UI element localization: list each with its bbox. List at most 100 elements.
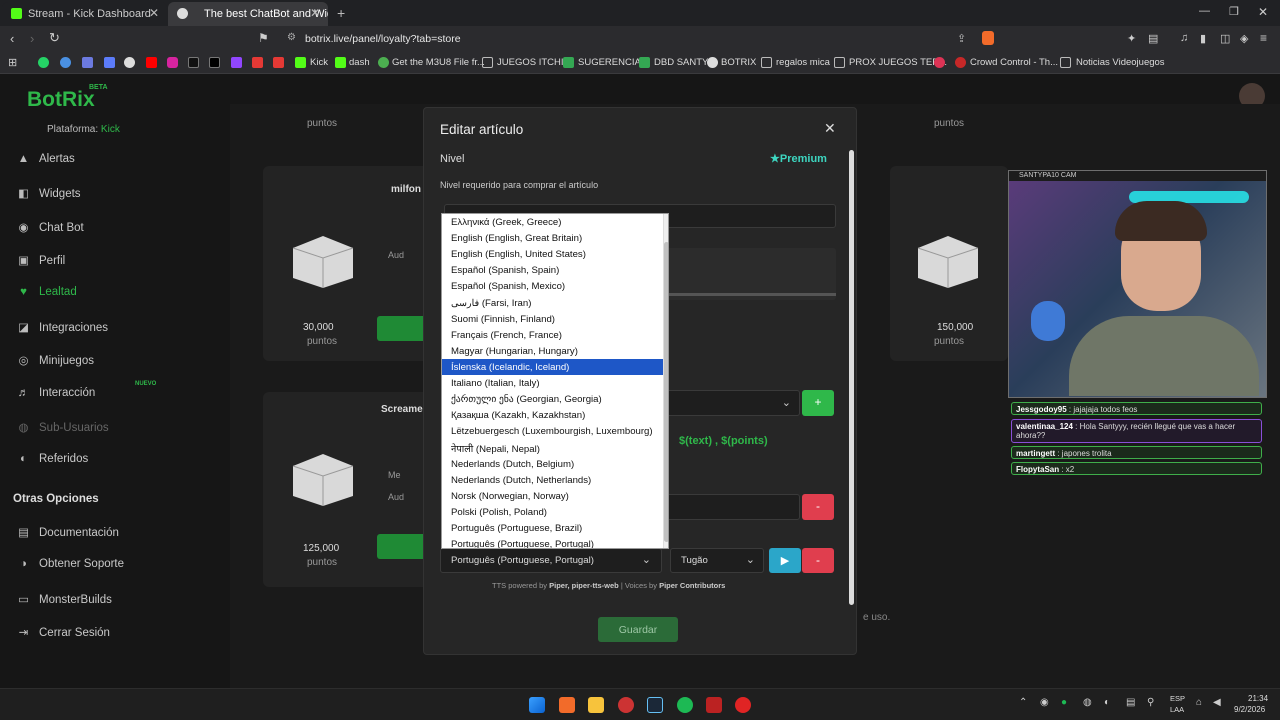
sidebar-item-perfil[interactable]: ▣ Perfil [17,253,65,267]
tts-credit-piper[interactable]: Piper, piper-tts-web [549,581,619,590]
sidebar-item-alertas[interactable]: ▲ Alertas [17,153,75,165]
bookmark-noticias[interactable]: Noticias Videojuegos [1076,57,1165,68]
language-option[interactable]: Español (Spanish, Mexico) [442,278,663,294]
keyboard-region[interactable]: LAA [1170,705,1184,714]
tts-credit-contributors[interactable]: Piper Contributors [659,581,725,590]
language-option[interactable]: Français (French, France) [442,327,663,343]
tray-icon[interactable]: ◍ [1083,697,1092,708]
language-option[interactable]: Magyar (Hungarian, Hungary) [442,343,663,359]
tab-search-icon[interactable]: ▤ [1148,32,1158,45]
language-option[interactable]: فارسی (Farsi, Iran) [442,295,663,311]
language-option[interactable]: Português (Portuguese, Portugal) [442,536,663,548]
bookmark-dbd-santy[interactable]: DBD SANTY [654,57,708,68]
sidebar-item-lealtad[interactable]: ♥ Lealtad [17,286,77,298]
bookmark-icon[interactable]: ⚑ [258,31,269,45]
language-option[interactable]: Polski (Polish, Poland) [442,504,663,520]
language-select[interactable]: Português (Portuguese, Portugal) ⌄ [440,548,662,573]
network-icon[interactable]: ⌂ [1196,697,1202,708]
tiktok-icon[interactable] [188,57,199,68]
site-info-icon[interactable]: ⚙ [287,32,296,43]
sidebar-item-chat-bot[interactable]: ◉ Chat Bot [17,220,83,234]
chevron-up-icon[interactable]: ⌃ [1019,697,1027,708]
voice-select[interactable]: Tugão ⌄ [670,548,764,573]
store-item-card[interactable]: 150,000 puntos [890,166,1008,361]
wallet-icon[interactable]: ◫ [1220,32,1230,45]
dropdown-scrollbar-thumb[interactable] [664,242,668,542]
bookmark-prox-juegos[interactable]: PROX JUEGOS TER... [849,57,947,68]
sidebar-item-documentacion[interactable]: ▤ Documentación [17,525,119,539]
tab-kick-dashboard[interactable]: Stream - Kick Dashboard ✕ [2,2,167,26]
sidebar-item-cerrar-sesion[interactable]: ⇥ Cerrar Sesión [17,625,110,639]
apps-icon[interactable]: ⊞ [8,56,17,69]
language-option[interactable]: Қазақша (Kazakh, Kazakhstan) [442,407,663,423]
volume-icon[interactable]: ◀ [1213,697,1221,708]
brave-shield-icon[interactable] [982,31,994,45]
language-option[interactable]: Lëtzebuergesch (Luxembourgish, Luxembour… [442,423,663,439]
x-icon[interactable] [209,57,220,68]
store-item-card[interactable]: milfon Aud 30,000 puntos [263,166,433,361]
language-option[interactable]: Norsk (Norwegian, Norway) [442,488,663,504]
reload-icon[interactable]: ↻ [49,30,60,46]
clock-time[interactable]: 21:34 [1248,694,1268,703]
youtube-icon[interactable] [146,57,157,68]
spotify-icon[interactable] [677,697,693,713]
bookmark-icon[interactable] [60,57,71,68]
bookmark-icon[interactable] [252,57,263,68]
language-option[interactable]: Suomi (Finnish, Finland) [442,311,663,327]
spotify-tray-icon[interactable]: ● [1061,697,1067,708]
buy-button[interactable] [377,534,427,559]
play-voice-button[interactable]: ▶ [769,548,801,573]
language-option[interactable]: ქართული ენა (Georgian, Georgia) [442,391,663,407]
bookmark-sugerencias[interactable]: SUGERENCIAS [578,57,647,68]
keyboard-language[interactable]: ESP [1170,694,1185,703]
bookmark-botrix[interactable]: BOTRIX [721,57,756,68]
sidebar-toggle-icon[interactable]: ▮ [1200,32,1206,45]
language-option[interactable]: Íslenska (Icelandic, Iceland) [442,358,663,375]
sidebar-item-widgets[interactable]: ◧ Widgets [17,186,80,200]
app-icon[interactable] [618,697,634,713]
tray-icon[interactable]: ▤ [1126,697,1135,708]
instagram-icon[interactable] [167,57,178,68]
sidebar-item-interaccion[interactable]: ♬ Interacción NUEVO [17,381,157,399]
language-option[interactable]: नेपाली (Nepali, Nepal) [442,439,663,455]
language-option[interactable]: Português (Portuguese, Brazil) [442,520,663,536]
sidebar-item-referidos[interactable]: ◐ Referidos [17,453,88,465]
close-tab-icon[interactable]: ✕ [310,6,320,20]
new-tab-icon[interactable]: + [337,5,345,21]
language-option[interactable]: Italiano (Italian, Italy) [442,375,663,391]
bookmark-icon[interactable] [124,57,135,68]
media-icon[interactable]: ♫ [1180,32,1188,44]
close-window-icon[interactable]: ✕ [1258,5,1268,19]
whatsapp-icon[interactable] [38,57,49,68]
buy-button[interactable] [377,316,427,341]
media-player-icon[interactable] [735,697,751,713]
brave-icon[interactable] [559,697,575,713]
language-option[interactable]: Nederlands (Dutch, Belgium) [442,456,663,472]
bookmark-crowd-control[interactable]: Crowd Control - Th... [970,57,1058,68]
bookmark-icon[interactable] [82,57,93,68]
minimize-icon[interactable]: — [1199,5,1210,17]
maximize-icon[interactable]: ❐ [1229,5,1239,18]
bookmark-dash[interactable]: dash [349,57,370,68]
remove-voice-button[interactable]: - [802,548,834,573]
vpn-icon[interactable]: ◈ [1240,32,1248,45]
modal-scrollbar[interactable] [849,150,854,605]
steam-tray-icon[interactable]: ◐ [1104,697,1110,708]
share-icon[interactable]: ⇪ [957,32,966,45]
language-option[interactable]: English (English, United States) [442,246,663,262]
discord-icon[interactable]: ◉ [1040,697,1049,708]
add-button[interactable]: + [802,390,834,416]
forward-icon[interactable]: › [30,31,34,46]
bookmark-icon[interactable] [104,57,115,68]
sidebar-item-integraciones[interactable]: ◪ Integraciones [17,320,108,334]
sidebar-item-monsterbuilds[interactable]: ▭ MonsterBuilds [17,592,112,606]
bookmark-regalos-mica[interactable]: regalos mica [776,57,830,68]
remove-button[interactable]: - [802,494,834,520]
bookmark-m3u8[interactable]: Get the M3U8 File fr... [392,57,485,68]
steam-icon[interactable] [647,697,663,713]
app-icon[interactable] [706,697,722,713]
start-icon[interactable] [529,697,545,713]
botrix-logo[interactable]: BotRix [27,88,95,112]
language-option[interactable]: Español (Spanish, Spain) [442,262,663,278]
microphone-icon[interactable]: ⚲ [1147,697,1154,708]
